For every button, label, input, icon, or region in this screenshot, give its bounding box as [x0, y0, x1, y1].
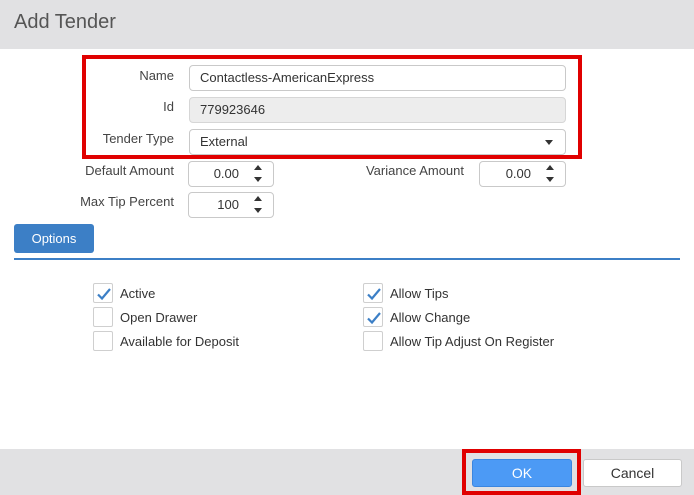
spinner-icon[interactable]	[545, 165, 555, 183]
allow-tip-adjust-checkbox[interactable]	[363, 331, 383, 351]
variance-amount-stepper[interactable]: 0.00	[479, 161, 566, 187]
allow-tips-label: Allow Tips	[390, 286, 449, 301]
allow-tips-checkbox[interactable]	[363, 283, 383, 303]
open-drawer-checkbox[interactable]	[93, 307, 113, 327]
highlight-box-ok	[462, 449, 581, 495]
variance-amount-value: 0.00	[505, 166, 531, 181]
default-amount-label: Default Amount	[85, 163, 174, 178]
variance-amount-label: Variance Amount	[365, 163, 464, 178]
allow-change-label: Allow Change	[390, 310, 471, 325]
allow-tip-adjust-label: Allow Tip Adjust On Register	[390, 334, 555, 349]
active-checkbox[interactable]	[93, 283, 113, 303]
tab-divider	[14, 258, 680, 260]
spinner-icon[interactable]	[253, 165, 263, 183]
default-amount-value: 0.00	[213, 166, 239, 181]
checkmark-icon	[97, 288, 111, 301]
max-tip-percent-label: Max Tip Percent	[80, 194, 174, 209]
dialog-titlebar: Add Tender	[0, 0, 694, 49]
available-for-deposit-checkbox[interactable]	[93, 331, 113, 351]
dialog-title: Add Tender	[14, 11, 116, 33]
open-drawer-label: Open Drawer	[120, 310, 198, 325]
checkmark-icon	[367, 312, 381, 325]
default-amount-stepper[interactable]: 0.00	[188, 161, 274, 187]
tab-options[interactable]: Options	[14, 224, 94, 253]
max-tip-percent-value: 100	[217, 197, 239, 212]
allow-change-checkbox[interactable]	[363, 307, 383, 327]
cancel-button[interactable]: Cancel	[583, 459, 682, 487]
available-for-deposit-label: Available for Deposit	[120, 334, 239, 349]
checkmark-icon	[367, 288, 381, 301]
active-label: Active	[120, 286, 156, 301]
spinner-icon[interactable]	[253, 196, 263, 214]
highlight-box-fields	[82, 55, 582, 159]
max-tip-percent-stepper[interactable]: 100	[188, 192, 274, 218]
